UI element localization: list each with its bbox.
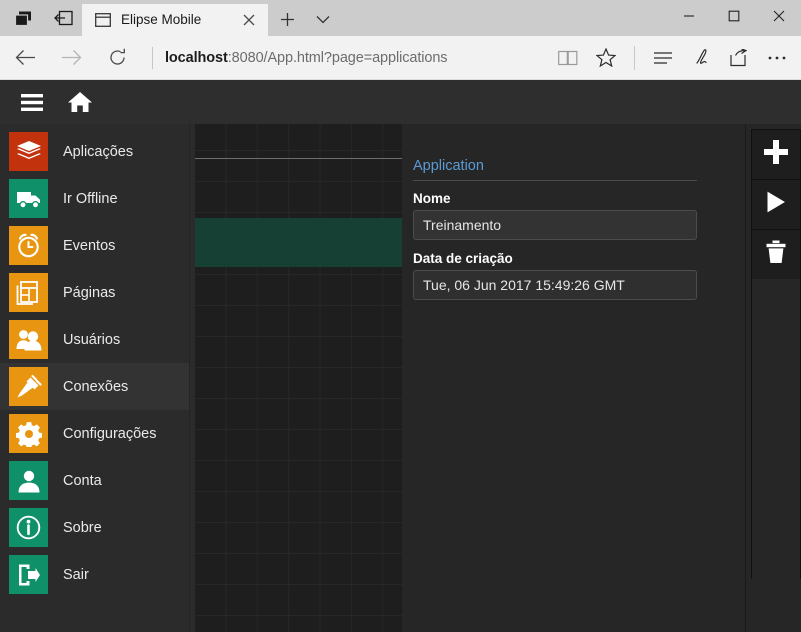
pages-icon — [9, 273, 48, 312]
application-detail-panel: Application Nome Data de criação — [402, 124, 745, 632]
grid-background — [195, 124, 402, 632]
data-de-criacao-input[interactable] — [413, 270, 697, 300]
more-options-icon[interactable] — [759, 40, 795, 76]
users-icon — [9, 320, 48, 359]
close-icon[interactable] — [236, 7, 262, 33]
layers-icon — [9, 132, 48, 171]
sidebar-item-eventos[interactable]: Eventos — [0, 222, 189, 269]
window-controls — [666, 0, 801, 32]
refresh-icon[interactable] — [96, 39, 138, 77]
web-application: Aplicações Ir Offline — [0, 80, 801, 632]
detail-form: Application Nome Data de criação — [413, 158, 697, 300]
tab-stack-icon[interactable] — [8, 3, 38, 33]
plus-icon — [763, 139, 789, 170]
address-bar-actions — [550, 40, 801, 76]
sidebar-item-configuracoes[interactable]: Configurações — [0, 410, 189, 457]
sidebar-item-label: Sobre — [63, 520, 102, 536]
url-path: :8080/App.html?page=applications — [228, 50, 448, 66]
app-topbar — [0, 80, 801, 124]
gear-icon — [9, 414, 48, 453]
set-tabs-aside-icon[interactable] — [48, 3, 78, 33]
logout-icon — [9, 555, 48, 594]
url-host: localhost — [165, 50, 228, 66]
menu-icon[interactable] — [12, 82, 52, 122]
sidebar-item-sair[interactable]: Sair — [0, 551, 189, 598]
window-close-icon[interactable] — [756, 0, 801, 32]
trash-icon — [765, 240, 787, 269]
browser-tab[interactable]: Elipse Mobile — [82, 4, 268, 36]
sidebar-item-label: Páginas — [63, 285, 115, 301]
list-header-divider — [195, 158, 402, 159]
address-separator — [152, 47, 153, 69]
sidebar-item-label: Usuários — [63, 332, 120, 348]
back-arrow-icon[interactable] — [4, 39, 46, 77]
address-bar: localhost:8080/App.html?page=application… — [0, 36, 801, 80]
sidebar: Aplicações Ir Offline — [0, 124, 190, 632]
data-de-criacao-label: Data de criação — [413, 251, 697, 266]
sidebar-item-label: Conexões — [63, 379, 128, 395]
star-icon[interactable] — [588, 40, 624, 76]
alarm-icon — [9, 226, 48, 265]
sidebar-item-label: Sair — [63, 567, 89, 583]
tab-strip: Elipse Mobile — [0, 0, 801, 36]
tab-strip-left-buttons — [0, 0, 78, 36]
chevron-down-icon[interactable] — [306, 2, 340, 36]
run-button[interactable] — [751, 179, 801, 229]
form-section-title: Application — [413, 158, 697, 181]
truck-icon — [9, 179, 48, 218]
minimize-icon[interactable] — [666, 0, 711, 32]
app-body: Aplicações Ir Offline — [0, 124, 801, 632]
toolbar-divider — [634, 46, 635, 70]
url-text[interactable]: localhost:8080/App.html?page=application… — [165, 50, 550, 66]
sidebar-item-label: Aplicações — [63, 144, 133, 160]
make-a-note-icon[interactable] — [683, 40, 719, 76]
reading-view-icon[interactable] — [550, 40, 586, 76]
person-icon — [9, 461, 48, 500]
home-icon[interactable] — [60, 82, 100, 122]
action-rail — [745, 124, 801, 632]
sidebar-item-usuarios[interactable]: Usuários — [0, 316, 189, 363]
forward-arrow-icon[interactable] — [50, 39, 92, 77]
action-rail-filler — [751, 279, 801, 579]
nome-label: Nome — [413, 191, 697, 206]
sidebar-item-label: Eventos — [63, 238, 115, 254]
plug-icon — [9, 367, 48, 406]
sidebar-item-sobre[interactable]: Sobre — [0, 504, 189, 551]
share-icon[interactable] — [721, 40, 757, 76]
sidebar-item-label: Ir Offline — [63, 191, 118, 207]
list-item-selected[interactable] — [195, 218, 402, 267]
sidebar-item-label: Conta — [63, 473, 102, 489]
info-icon — [9, 508, 48, 547]
sidebar-item-label: Configurações — [63, 426, 157, 442]
sidebar-item-ir-offline[interactable]: Ir Offline — [0, 175, 189, 222]
new-tab-button[interactable] — [268, 2, 306, 36]
page-icon — [94, 11, 112, 29]
add-button[interactable] — [751, 129, 801, 179]
sidebar-item-conta[interactable]: Conta — [0, 457, 189, 504]
nome-input[interactable] — [413, 210, 697, 240]
hub-icon[interactable] — [645, 40, 681, 76]
play-icon — [766, 191, 786, 218]
delete-button[interactable] — [751, 229, 801, 279]
sidebar-item-paginas[interactable]: Páginas — [0, 269, 189, 316]
tab-title: Elipse Mobile — [112, 12, 236, 28]
sidebar-item-conexoes[interactable]: Conexões — [0, 363, 189, 410]
browser-window: Elipse Mobile — [0, 0, 801, 632]
application-list-panel[interactable] — [190, 124, 402, 632]
sidebar-item-aplicacoes[interactable]: Aplicações — [0, 128, 189, 175]
maximize-icon[interactable] — [711, 0, 756, 32]
